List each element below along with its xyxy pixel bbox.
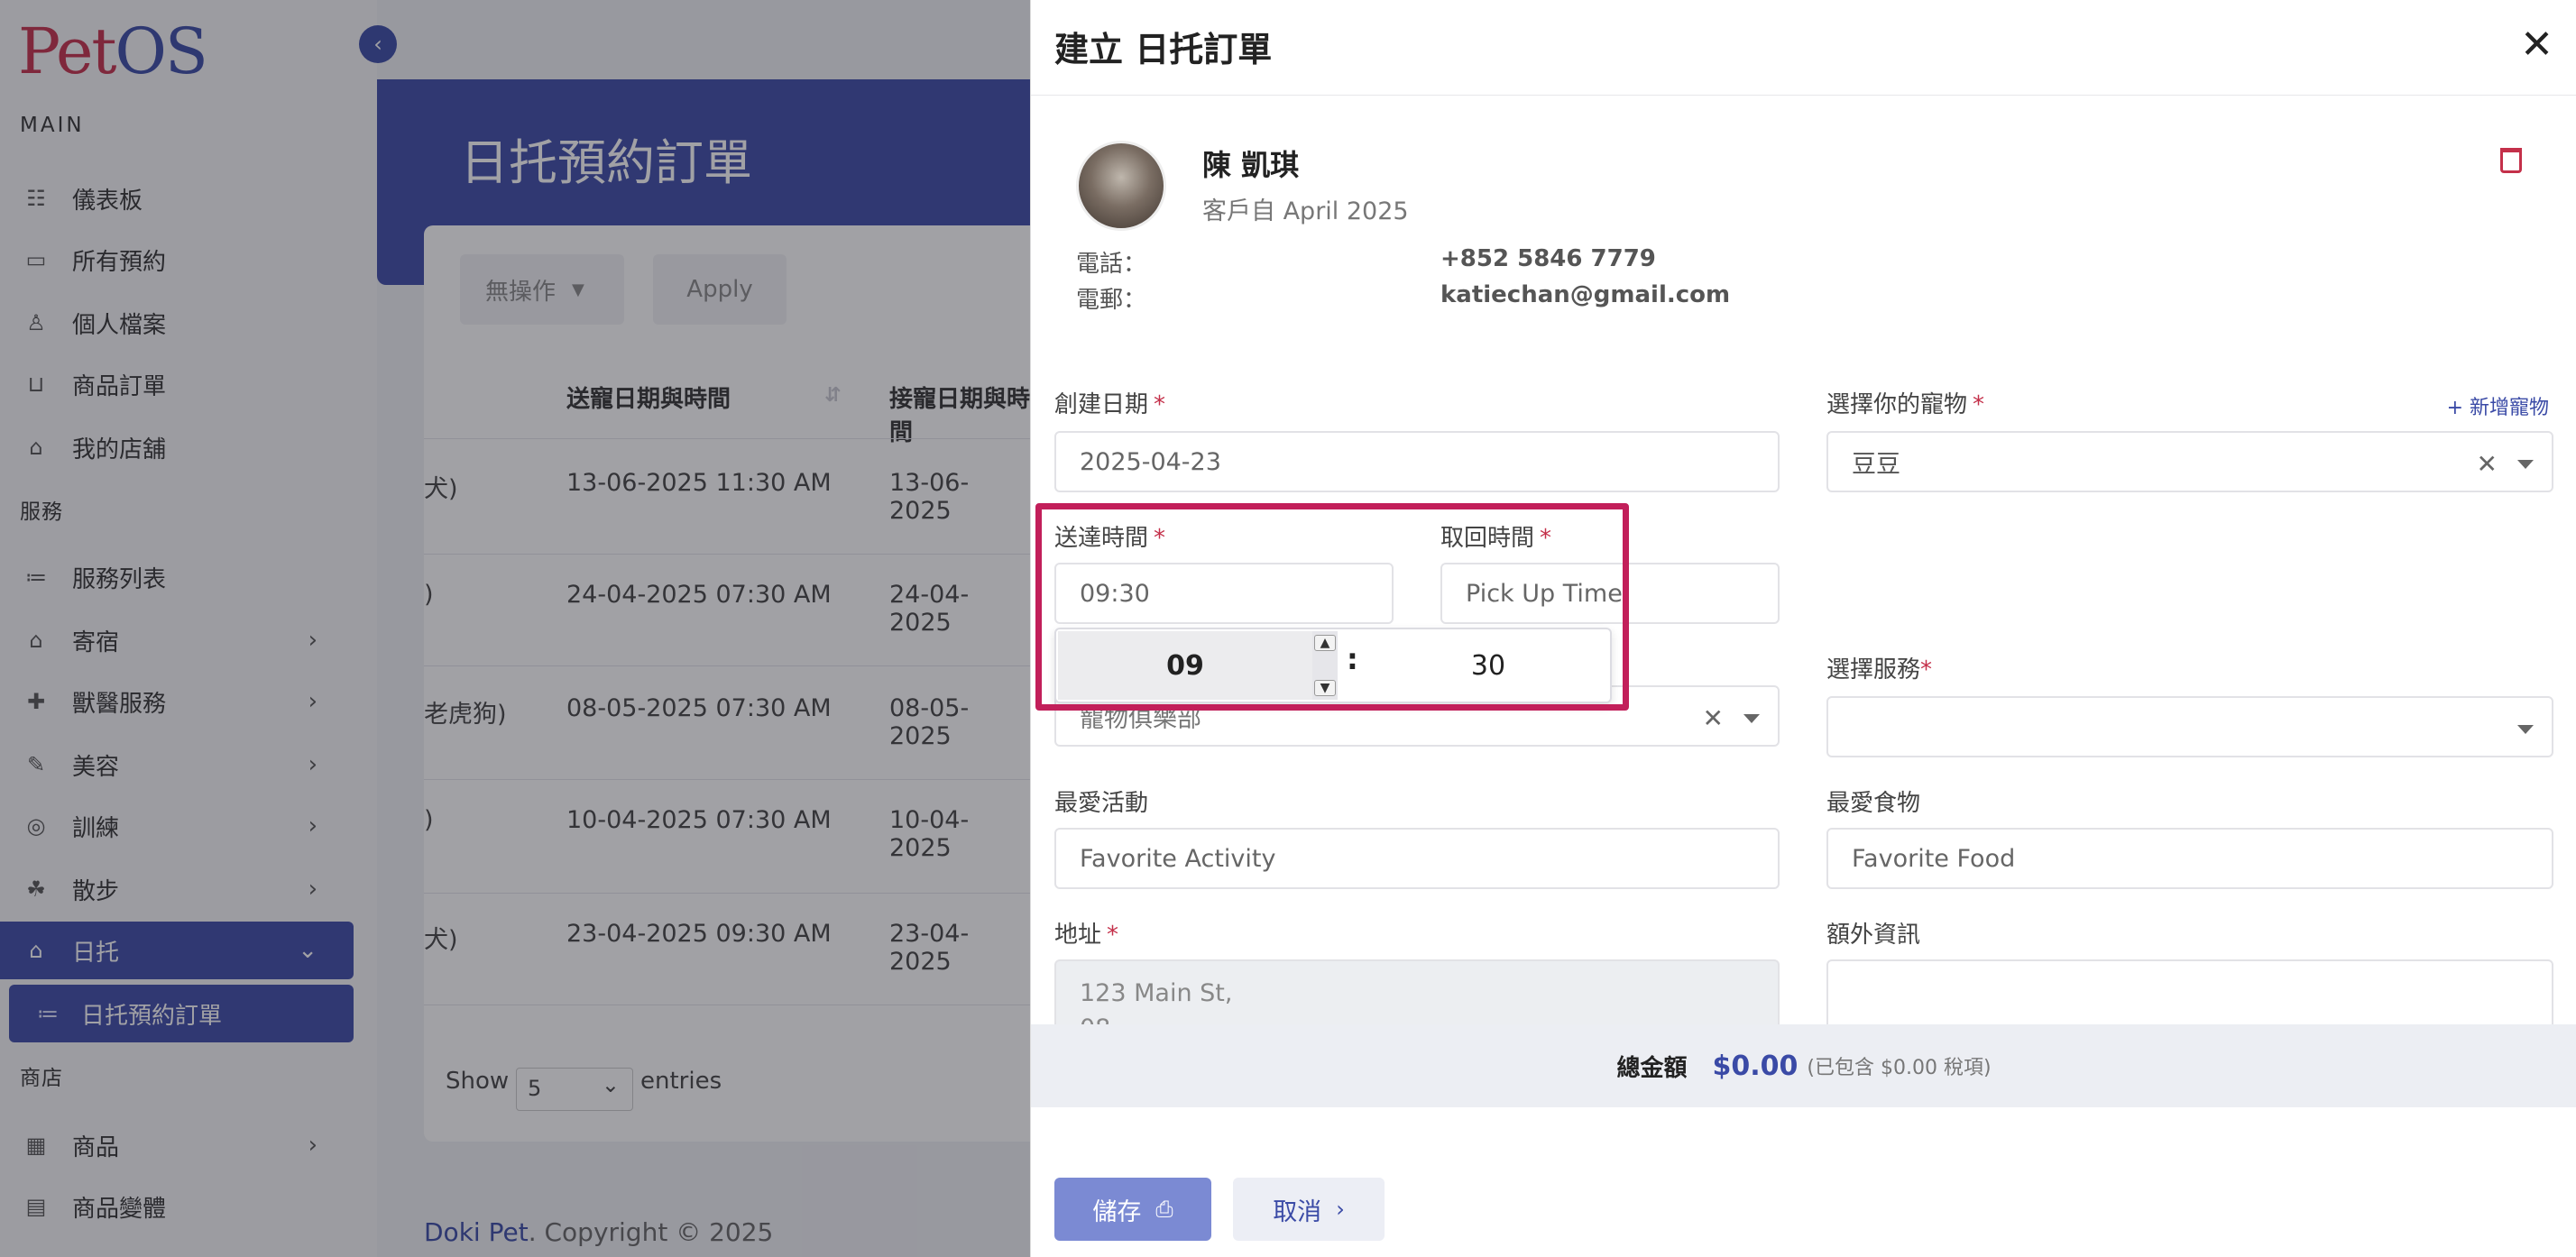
favorite-food-label: 最愛食物 [1826, 790, 1921, 817]
service-label: 選擇服務* [1826, 656, 1933, 684]
trash-icon[interactable] [2500, 148, 2522, 173]
extra-info-textarea[interactable] [1826, 959, 2553, 1032]
customer-name: 陳 凱琪 [1202, 148, 1300, 182]
avatar [1076, 141, 1166, 231]
create-daycare-order-drawer: 建立 日托訂單 ✕ 陳 凱琪 客戶自 April 2025 電話： +852 5… [1030, 0, 2576, 1257]
clear-icon[interactable]: ✕ [2477, 449, 2498, 479]
chevron-right-icon: › [1336, 1197, 1345, 1222]
service-select[interactable] [1826, 696, 2553, 757]
favorite-activity-label: 最愛活動 [1054, 790, 1149, 817]
drawer-header: 建立 日托訂單 ✕ [1031, 0, 2576, 96]
pet-select[interactable]: 豆豆 ✕ [1826, 431, 2553, 492]
drawer-title: 建立 日托訂單 [1054, 30, 1273, 69]
address-label: 地址 * [1054, 922, 1119, 949]
caret-down-icon[interactable] [2517, 460, 2534, 469]
save-icon: ⎙ [1155, 1197, 1173, 1222]
add-pet-link[interactable]: + 新增寵物 [2447, 391, 2549, 420]
created-date-label: 創建日期 * [1054, 391, 1166, 418]
total-amount: $0.00 [1712, 1050, 1799, 1082]
tax-note: (已包含 $0.00 稅項) [1807, 1057, 1992, 1079]
caret-down-icon[interactable] [2517, 725, 2534, 734]
hour-input[interactable]: 09 [1058, 631, 1312, 700]
favorite-food-input[interactable]: Favorite Food [1826, 828, 2553, 889]
arrow-down-icon[interactable]: ▼ [1314, 680, 1336, 696]
dropoff-time-field[interactable]: 09:30 [1054, 563, 1394, 624]
arrow-up-icon[interactable]: ▲ [1314, 635, 1336, 651]
email-value: katiechan@gmail.com [1440, 281, 1731, 308]
minute-input[interactable]: 30 [1366, 631, 1610, 700]
created-date-field[interactable]: 2025-04-23 [1054, 431, 1780, 492]
hour-stepper[interactable]: ▲ ▼ [1312, 631, 1338, 700]
pickup-time-label: 取回時間 * [1440, 525, 1552, 552]
time-picker[interactable]: 09 ▲ ▼ : 30 [1054, 628, 1612, 703]
total-label: 總金額 [1616, 1054, 1688, 1082]
address-field: 123 Main St, 08 [1054, 959, 1780, 1032]
favorite-activity-input[interactable]: Favorite Activity [1054, 828, 1780, 889]
pet-label: 選擇你的寵物 * [1826, 391, 1985, 418]
customer-since: 客戶自 April 2025 [1202, 197, 1409, 225]
extra-info-label: 額外資訊 [1826, 922, 1921, 949]
dropoff-time-label: 送達時間 * [1054, 525, 1166, 552]
email-label: 電郵： [1076, 287, 1147, 314]
modal-backdrop[interactable] [0, 0, 1030, 1257]
close-icon[interactable]: ✕ [2520, 25, 2553, 65]
cancel-button[interactable]: 取消 › [1233, 1178, 1385, 1241]
time-separator: : [1347, 642, 1358, 676]
phone-label: 電話： [1076, 251, 1147, 278]
phone-value: +852 5846 7779 [1440, 245, 1656, 272]
total-bar: 總金額 $0.00 (已包含 $0.00 稅項) [1031, 1024, 2576, 1107]
clear-icon[interactable]: ✕ [1703, 703, 1724, 733]
caret-down-icon[interactable] [1743, 714, 1760, 723]
pickup-time-field[interactable]: Pick Up Time [1440, 563, 1780, 624]
save-button[interactable]: 儲存 ⎙ [1054, 1178, 1211, 1241]
